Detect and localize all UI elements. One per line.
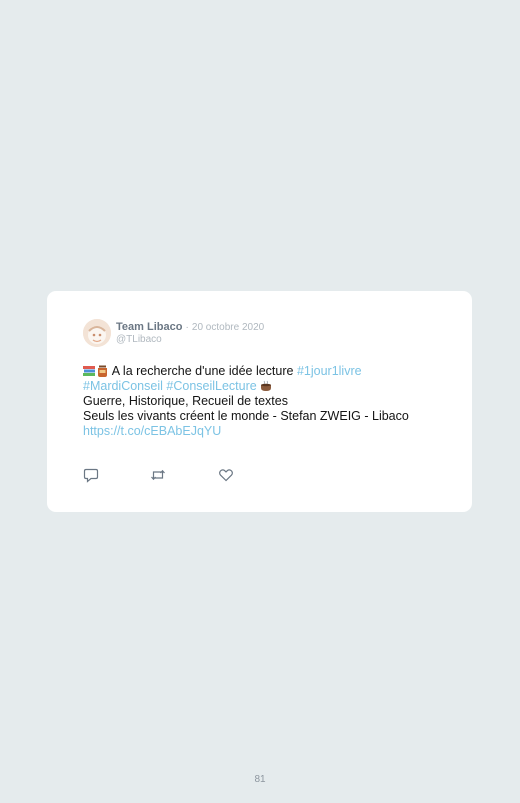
tweet-card: Team Libaco · 20 octobre 2020 @TLibaco A… <box>47 291 472 512</box>
retweet-button[interactable] <box>150 467 166 483</box>
retweet-icon <box>151 469 165 481</box>
jar-emoji <box>98 365 107 377</box>
reply-icon <box>83 468 99 483</box>
like-button[interactable] <box>218 467 234 483</box>
tweet-line-1: A la recherche d'une idée lecture #1jour… <box>83 364 453 379</box>
author-line: Team Libaco · 20 octobre 2020 <box>116 321 264 333</box>
reply-button[interactable] <box>83 467 99 483</box>
libaco-logo-icon <box>83 319 111 347</box>
tweet-line-4: Seuls les vivants créent le monde - Stef… <box>83 409 409 423</box>
separator-dot: · <box>185 322 189 333</box>
hashtag-conseillecture[interactable]: #ConseilLecture <box>166 379 256 393</box>
author-handle[interactable]: @TLibaco <box>116 334 162 345</box>
hashtag-mardiconseil[interactable]: #MardiConseil <box>83 379 163 393</box>
hashtag-1jour1livre[interactable]: #1jour1livre <box>297 364 362 378</box>
tweet-link[interactable]: https://t.co/cEBAbEJqYU <box>83 424 453 439</box>
tweet-text-intro: A la recherche d'une idée lecture <box>111 364 294 378</box>
tweet-date[interactable]: 20 octobre 2020 <box>192 322 264 333</box>
books-emoji <box>83 366 95 376</box>
like-icon <box>219 469 233 482</box>
tweet-line-3: Guerre, Historique, Recueil de textes <box>83 394 288 408</box>
avatar[interactable] <box>83 319 111 347</box>
tweet-body: A la recherche d'une idée lecture #1jour… <box>83 364 453 439</box>
page-number: 81 <box>254 774 266 785</box>
tweet-line-2: #MardiConseil #ConseilLecture <box>83 379 453 394</box>
coffee-emoji <box>261 380 272 391</box>
author-name[interactable]: Team Libaco <box>116 321 182 333</box>
